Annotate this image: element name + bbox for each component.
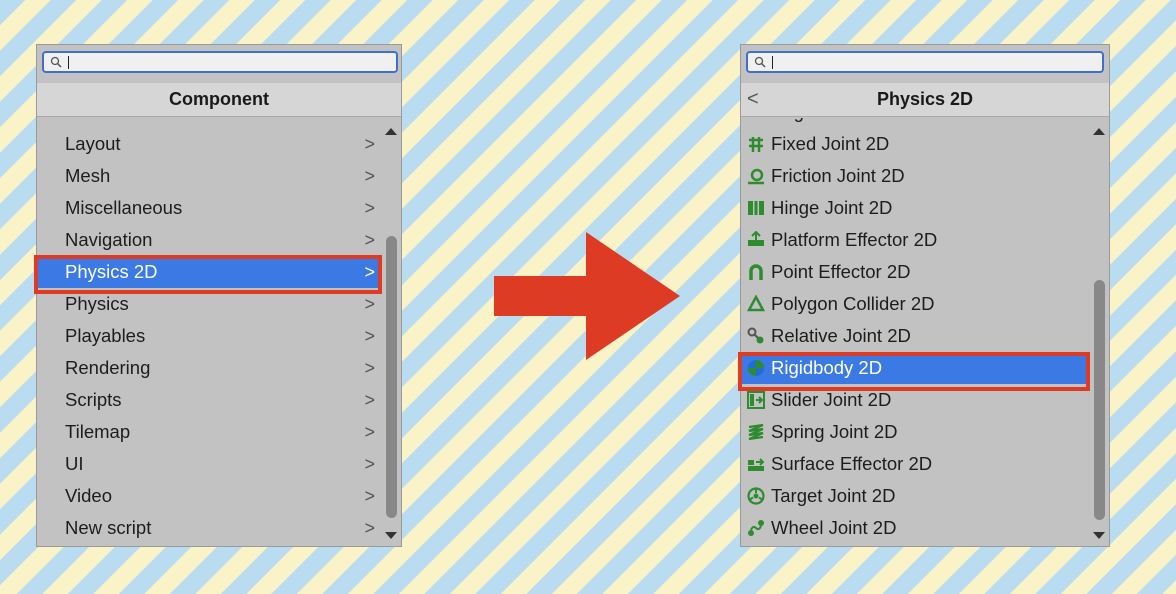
list-item-label: Surface Effector 2D bbox=[771, 453, 933, 474]
list-item-label: Platform Effector 2D bbox=[771, 229, 938, 250]
search-field[interactable] bbox=[42, 51, 398, 73]
list-item-spring-joint-2d[interactable]: Spring Joint 2D bbox=[741, 416, 1089, 448]
list-item-mesh[interactable]: Mesh > bbox=[37, 160, 381, 192]
back-chevron-icon[interactable]: < bbox=[747, 83, 759, 116]
polygon-collider-icon bbox=[747, 295, 765, 312]
list-item-label: Tilemap bbox=[65, 421, 131, 442]
list-item-label: Playables bbox=[65, 325, 146, 346]
chevron-right-icon: > bbox=[364, 230, 375, 250]
friction-joint-icon bbox=[748, 168, 764, 185]
list-item-label: Layout bbox=[65, 133, 121, 154]
chevron-right-icon: > bbox=[364, 326, 375, 346]
list-item-point-effector-2d[interactable]: Point Effector 2D bbox=[741, 256, 1089, 288]
surface-effector-icon bbox=[748, 458, 765, 471]
list-item-new-script[interactable]: New script > bbox=[37, 512, 381, 544]
list-item-scripts[interactable]: Scripts > bbox=[37, 384, 381, 416]
chevron-right-icon: > bbox=[364, 390, 375, 410]
list-item-label: Scripts bbox=[65, 389, 122, 410]
list-item-polygon-collider-2d[interactable]: Polygon Collider 2D bbox=[741, 288, 1089, 320]
highlight-physics-2d bbox=[34, 255, 382, 294]
list-item-target-joint-2d[interactable]: Target Joint 2D bbox=[741, 480, 1089, 512]
list-item-label: Navigation bbox=[65, 229, 153, 250]
list-item-label: Video bbox=[65, 485, 112, 506]
list-item-ui[interactable]: UI > bbox=[37, 448, 381, 480]
list-item-hinge-joint-2d[interactable]: Hinge Joint 2D bbox=[741, 192, 1089, 224]
edge-collider-icon bbox=[747, 118, 765, 121]
list-item-label: UI bbox=[65, 453, 84, 474]
target-joint-icon bbox=[747, 487, 765, 505]
list-item-cut-top[interactable]: Edge Collider 2D bbox=[741, 118, 1089, 128]
chevron-right-icon: > bbox=[364, 486, 375, 506]
list-item-label: Edge Collider 2D bbox=[771, 118, 911, 128]
spring-joint-icon bbox=[748, 423, 764, 441]
list-item-friction-joint-2d[interactable]: Friction Joint 2D bbox=[741, 160, 1089, 192]
scrollbar-thumb[interactable] bbox=[1094, 280, 1105, 520]
page-title: Component bbox=[169, 89, 269, 109]
list-item-playables[interactable]: Playables > bbox=[37, 320, 381, 352]
chevron-right-icon: > bbox=[364, 166, 375, 186]
arrow-right-icon bbox=[494, 232, 680, 360]
menu-header: Component bbox=[37, 83, 401, 117]
list-item-miscellaneous[interactable]: Miscellaneous > bbox=[37, 192, 381, 224]
list-item-navigation[interactable]: Navigation > bbox=[37, 224, 381, 256]
list-item-cut-top[interactable]: Event bbox=[37, 118, 381, 128]
text-caret bbox=[772, 56, 773, 69]
list-item-tilemap[interactable]: Tilemap > bbox=[37, 416, 381, 448]
list-item-label: Mesh bbox=[65, 165, 111, 186]
list-item-label: Spring Joint 2D bbox=[771, 421, 898, 442]
platform-effector-icon bbox=[748, 231, 764, 246]
list-item-label: New script bbox=[65, 517, 152, 538]
list-item-label: Target Joint 2D bbox=[771, 485, 896, 506]
component-category-list: Event Layout>Mesh>Miscellaneous>Navigati… bbox=[37, 118, 401, 546]
list-item-label: Friction Joint 2D bbox=[771, 165, 905, 186]
search-icon bbox=[50, 56, 62, 68]
list-item-label: Wheel Joint 2D bbox=[771, 517, 897, 538]
list-item-label: Point Effector 2D bbox=[771, 261, 911, 282]
relative-joint-icon bbox=[747, 327, 764, 344]
menu-header: < Physics 2D bbox=[741, 83, 1109, 117]
text-caret bbox=[68, 56, 69, 69]
list-item-label: Miscellaneous bbox=[65, 197, 183, 218]
scroll-down-arrow-icon[interactable] bbox=[1093, 532, 1105, 539]
list-item-label: Relative Joint 2D bbox=[771, 325, 911, 346]
list-item-relative-joint-2d[interactable]: Relative Joint 2D bbox=[741, 320, 1089, 352]
list-item-label: Hinge Joint 2D bbox=[771, 197, 893, 218]
search-icon bbox=[754, 56, 766, 68]
scrollbar[interactable] bbox=[1090, 118, 1108, 546]
list-item-rendering[interactable]: Rendering > bbox=[37, 352, 381, 384]
list-item-surface-effector-2d[interactable]: Surface Effector 2D bbox=[741, 448, 1089, 480]
page-title: Physics 2D bbox=[876, 89, 974, 109]
chevron-right-icon: > bbox=[364, 134, 375, 154]
scroll-down-arrow-icon[interactable] bbox=[385, 532, 397, 539]
physics-2d-component-list: Edge Collider 2D Fixed Joint 2D Friction … bbox=[741, 118, 1109, 546]
list-item-video[interactable]: Video > bbox=[37, 480, 381, 512]
list-item-label: Event bbox=[65, 118, 112, 128]
scroll-up-arrow-icon[interactable] bbox=[385, 128, 397, 135]
chevron-right-icon: > bbox=[364, 198, 375, 218]
scrollbar-thumb[interactable] bbox=[386, 236, 397, 518]
list-item-label: Rendering bbox=[65, 357, 151, 378]
scroll-up-arrow-icon[interactable] bbox=[1093, 128, 1105, 135]
list-item-fixed-joint-2d[interactable]: Fixed Joint 2D bbox=[741, 128, 1089, 160]
list-item-label: Polygon Collider 2D bbox=[771, 293, 935, 314]
slider-joint-icon bbox=[747, 391, 765, 409]
list-item-layout[interactable]: Layout > bbox=[37, 128, 381, 160]
hinge-joint-icon bbox=[748, 201, 764, 215]
list-item-wheel-joint-2d[interactable]: Wheel Joint 2D bbox=[741, 512, 1089, 544]
chevron-right-icon: > bbox=[364, 422, 375, 442]
chevron-right-icon: > bbox=[364, 358, 375, 378]
list-item-label: Fixed Joint 2D bbox=[771, 133, 890, 154]
list-item-platform-effector-2d[interactable]: Platform Effector 2D bbox=[741, 224, 1089, 256]
highlight-rigidbody-2d bbox=[738, 352, 1090, 391]
wheel-joint-icon bbox=[748, 520, 764, 536]
search-field[interactable] bbox=[746, 51, 1104, 73]
fixed-joint-icon bbox=[749, 137, 763, 152]
physics-2d-menu-panel: < Physics 2D Edge Collider 2D Fixed Join… bbox=[740, 44, 1110, 547]
point-effector-icon bbox=[749, 264, 763, 280]
chevron-right-icon: > bbox=[364, 518, 375, 538]
scrollbar[interactable] bbox=[382, 118, 400, 546]
chevron-right-icon: > bbox=[364, 454, 375, 474]
component-menu-panel: Component Event Layout>Mesh>Miscellaneou… bbox=[36, 44, 402, 547]
